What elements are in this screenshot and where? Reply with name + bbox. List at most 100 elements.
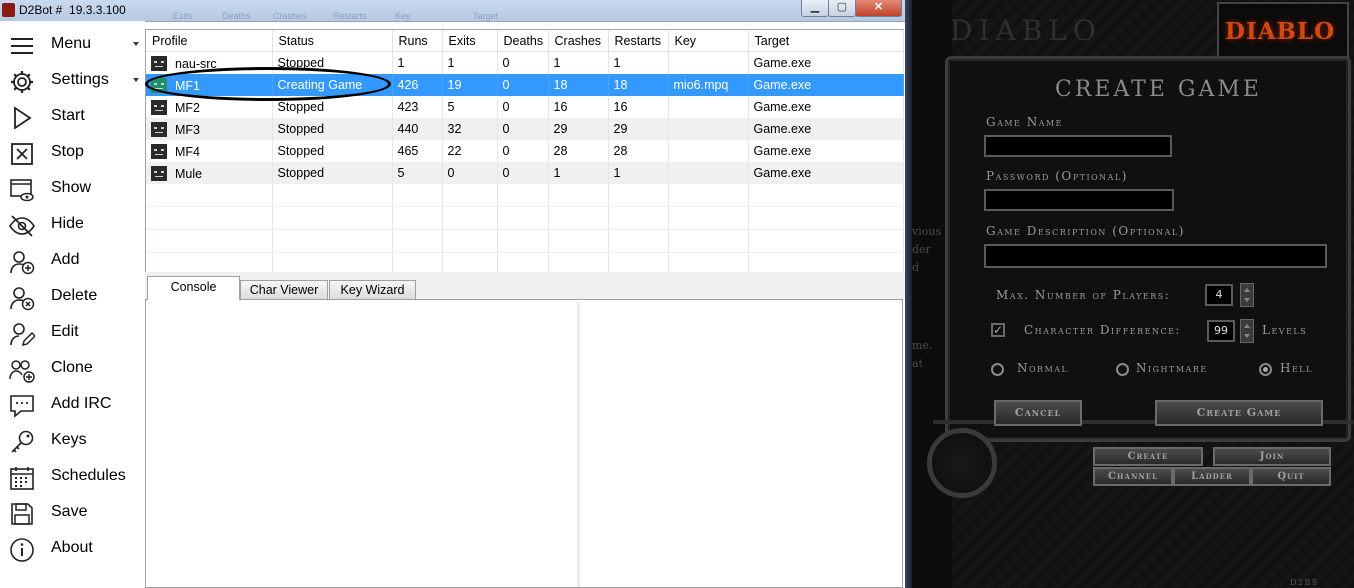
behind-text: Target (473, 11, 499, 21)
sidebar-item-add-irc[interactable]: Add IRC (0, 387, 145, 423)
tab-char-viewer[interactable]: Char Viewer (240, 280, 328, 299)
menu-frame (933, 420, 1353, 588)
status-cell: Stopped (272, 140, 393, 162)
sidebar-item-hide[interactable]: Hide (0, 207, 145, 243)
char-diff-input[interactable]: 99 (1207, 320, 1235, 342)
menu-create-button[interactable]: Create (1093, 447, 1203, 466)
exits-cell: 0 (442, 162, 498, 184)
column-header-exits[interactable]: Exits (442, 30, 498, 52)
create-game-button[interactable]: Create Game (1155, 400, 1323, 426)
user-edit-icon (9, 321, 35, 347)
column-header-status[interactable]: Status (272, 30, 393, 52)
profile-table: Profile Status Runs Exits Deaths Crashes… (146, 30, 904, 276)
restarts-cell: 1 (608, 51, 669, 74)
normal-label: Normal (1017, 361, 1069, 375)
column-header-restarts[interactable]: Restarts (608, 30, 669, 52)
sidebar-item-about[interactable]: About (0, 531, 145, 567)
deaths-cell: 0 (497, 140, 549, 162)
menu-ladder-button[interactable]: Ladder (1173, 467, 1251, 486)
menu-quit-button[interactable]: Quit (1251, 467, 1331, 486)
minimize-button[interactable]: ▁ (801, 0, 829, 17)
sidebar-item-save[interactable]: Save (0, 495, 145, 531)
status-cell: Stopped (272, 162, 393, 184)
sidebar-item-keys[interactable]: Keys (0, 423, 145, 459)
profile-cell: MF1 (146, 74, 273, 96)
restarts-cell: 18 (608, 74, 669, 96)
profile-name: Mule (175, 166, 203, 181)
target-cell: Game.exe (748, 51, 904, 74)
profile-icon (151, 99, 167, 115)
profile-icon (151, 55, 167, 71)
max-players-input[interactable]: 4 (1205, 284, 1233, 306)
behind-text: Crashes (273, 11, 307, 21)
users-add-icon (9, 357, 35, 383)
sidebar-item-edit[interactable]: Edit (0, 315, 145, 351)
game-name-input[interactable] (984, 135, 1172, 157)
sidebar-item-settings[interactable]: Settings (0, 63, 145, 99)
sidebar-item-start[interactable]: Start (0, 99, 145, 135)
menu-channel-button[interactable]: Channel (1093, 467, 1173, 486)
runs-cell: 1 (392, 51, 443, 74)
sidebar: Menu Settings Start Stop Show Hide Add D… (0, 21, 145, 588)
profile-cell: MF3 (146, 118, 273, 140)
table-row[interactable]: MF3 Stopped 440 32 0 29 29 Game.exe (146, 118, 904, 140)
column-header-deaths[interactable]: Deaths (497, 30, 549, 52)
key-cell: mio6.mpq (668, 74, 749, 96)
crashes-cell: 1 (548, 51, 609, 74)
runs-cell: 423 (392, 96, 443, 118)
sidebar-item-schedules[interactable]: Schedules (0, 459, 145, 495)
max-players-spinner[interactable] (1240, 283, 1254, 307)
celtic-knot-ornament (927, 428, 997, 498)
runs-cell: 5 (392, 162, 443, 184)
floppy-icon (9, 501, 35, 527)
empty-row (146, 184, 904, 207)
maximize-button[interactable]: ▢ (828, 0, 856, 17)
sidebar-item-label: Menu (51, 35, 92, 52)
table-row[interactable]: MF4 Stopped 465 22 0 28 28 Game.exe (146, 140, 904, 162)
create-game-title: CREATE GAME (1055, 77, 1262, 102)
password-input[interactable] (984, 189, 1174, 211)
sidebar-item-label: Hide (51, 215, 84, 232)
sidebar-item-add[interactable]: Add (0, 243, 145, 279)
eye-slash-icon (9, 213, 35, 239)
hell-radio[interactable] (1259, 363, 1272, 376)
char-diff-spinner[interactable] (1240, 319, 1254, 343)
table-row[interactable]: Mule Stopped 5 0 0 1 1 Game.exe (146, 162, 904, 184)
column-header-crashes[interactable]: Crashes (548, 30, 609, 52)
column-header-key[interactable]: Key (668, 30, 749, 52)
normal-radio[interactable] (991, 363, 1004, 376)
menu-join-button[interactable]: Join (1213, 447, 1331, 466)
window-edge (905, 0, 912, 588)
table-row[interactable]: MF2 Stopped 423 5 0 16 16 Game.exe (146, 96, 904, 118)
title-bar[interactable]: D2Bot # 19.3.3.100 Exits Deaths Crashes … (0, 0, 905, 22)
background-text: vious (912, 225, 942, 238)
d2bot-window: D2Bot # 19.3.3.100 Exits Deaths Crashes … (0, 0, 905, 588)
description-label: Game Description (Optional) (986, 224, 1185, 238)
profile-list[interactable]: Profile Status Runs Exits Deaths Crashes… (145, 29, 904, 276)
sidebar-item-menu[interactable]: Menu (0, 27, 145, 63)
sidebar-item-show[interactable]: Show (0, 171, 145, 207)
sidebar-item-delete[interactable]: Delete (0, 279, 145, 315)
column-header-runs[interactable]: Runs (392, 30, 443, 52)
game-name-label: Game Name (986, 115, 1064, 129)
column-header-profile[interactable]: Profile (146, 30, 273, 52)
console-pane[interactable] (145, 299, 903, 588)
tab-console[interactable]: Console (147, 276, 240, 300)
status-cell: Stopped (272, 118, 393, 140)
table-row[interactable]: MF1 Creating Game 426 19 0 18 18 mio6.mp… (146, 74, 904, 96)
description-input[interactable] (984, 244, 1327, 268)
console-splitter[interactable] (577, 302, 580, 587)
sidebar-item-stop[interactable]: Stop (0, 135, 145, 171)
character-difference-checkbox[interactable]: ✓ (991, 323, 1005, 337)
column-header-target[interactable]: Target (748, 30, 904, 52)
crashes-cell: 16 (548, 96, 609, 118)
sidebar-item-clone[interactable]: Clone (0, 351, 145, 387)
close-button[interactable]: ✕ (855, 0, 902, 17)
table-row[interactable]: nau-src Stopped 1 1 0 1 1 Game.exe (146, 51, 904, 74)
cancel-button[interactable]: Cancel (994, 400, 1082, 426)
profile-cell: MF2 (146, 96, 273, 118)
tab-key-wizard[interactable]: Key Wizard (329, 280, 416, 299)
nightmare-radio[interactable] (1116, 363, 1129, 376)
deaths-cell: 0 (497, 118, 549, 140)
profile-name: nau-src (175, 56, 217, 71)
